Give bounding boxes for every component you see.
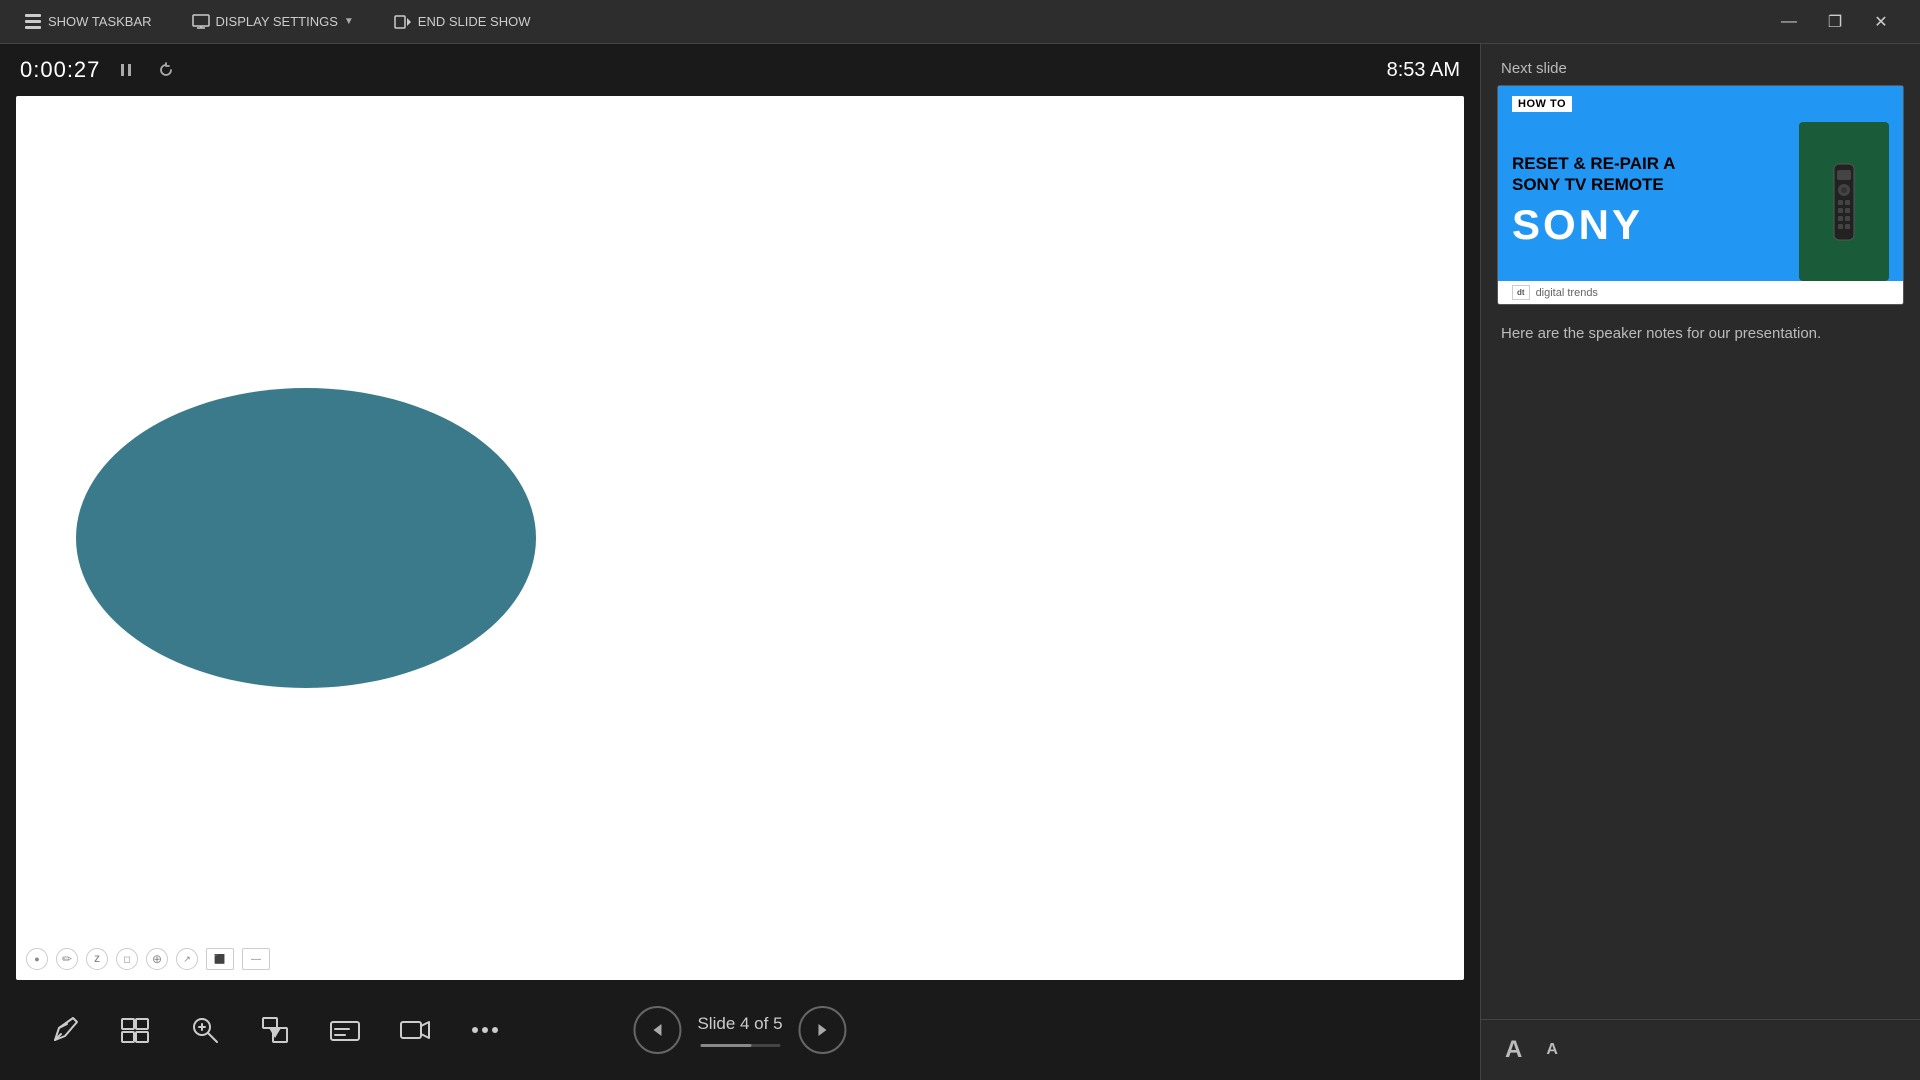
- laser-pointer-icon[interactable]: ●: [26, 948, 48, 970]
- magnify-icon[interactable]: ⊕: [146, 948, 168, 970]
- slide-tools-overlay: ● ✏ Z ◻ ⊕ ↗ ⬛ —: [26, 948, 270, 970]
- end-slideshow-button[interactable]: END SLIDE SHOW: [386, 9, 539, 35]
- pointer-tool-button[interactable]: [250, 1005, 300, 1055]
- pointer-icon[interactable]: ↗: [176, 948, 198, 970]
- pen-tool-icon[interactable]: ✏: [56, 948, 78, 970]
- remote-icon: [1818, 154, 1870, 250]
- taskbar-icon: [24, 13, 42, 31]
- camera-icon[interactable]: ⬛: [206, 948, 234, 970]
- end-slideshow-label: END SLIDE SHOW: [418, 14, 531, 29]
- slide-progress: [700, 1044, 780, 1047]
- how-to-label: HOW TO: [1512, 96, 1572, 112]
- display-settings-icon: [192, 13, 210, 31]
- slide-indicator: Slide 4 of 5: [697, 1014, 782, 1034]
- slide-display[interactable]: ● ✏ Z ◻ ⊕ ↗ ⬛ —: [16, 96, 1464, 980]
- sony-brand: SONY: [1512, 201, 1789, 249]
- timer-bar: 0:00:27 8:53 AM: [0, 44, 1480, 96]
- prev-slide-button[interactable]: [633, 1006, 681, 1054]
- increase-font-button[interactable]: A: [1501, 1032, 1526, 1068]
- highlighter-icon[interactable]: Z: [86, 948, 108, 970]
- logo-label: digital trends: [1536, 287, 1598, 299]
- digital-trends-logo: dt: [1512, 285, 1530, 300]
- video-button[interactable]: [390, 1005, 440, 1055]
- slide-ellipse: [76, 388, 536, 688]
- bottom-area: Slide 4 of 5: [0, 980, 1480, 1080]
- close-button[interactable]: ✕: [1858, 0, 1904, 44]
- all-slides-button[interactable]: [110, 1005, 160, 1055]
- current-time: 8:53 AM: [1387, 59, 1460, 82]
- reset-timer-button[interactable]: [152, 56, 180, 84]
- display-settings-chevron: ▼: [344, 16, 354, 27]
- font-size-controls: A A: [1481, 1019, 1920, 1080]
- pause-timer-button[interactable]: [112, 56, 140, 84]
- elapsed-timer: 0:00:27: [20, 57, 100, 83]
- sony-title-line1: RESET & RE-PAIR A: [1512, 154, 1789, 174]
- pen-tool-button[interactable]: [40, 1005, 90, 1055]
- subtitles-button[interactable]: [320, 1005, 370, 1055]
- main-content: 0:00:27 8:53 AM: [0, 44, 1920, 1080]
- sony-thumbnail: HOW TO RESET & RE-PAIR A SONY TV REMOTE …: [1498, 86, 1903, 304]
- decrease-font-button[interactable]: A: [1542, 1037, 1562, 1063]
- window-controls: — ❐ ✕: [1766, 0, 1904, 44]
- bottom-toolbar: [20, 990, 530, 1070]
- display-settings-button[interactable]: DISPLAY SETTINGS ▼: [184, 9, 362, 35]
- slide-content: [16, 96, 1464, 980]
- minimize-button[interactable]: —: [1766, 0, 1812, 44]
- zoom-button[interactable]: [180, 1005, 230, 1055]
- more-tools-button[interactable]: [460, 1005, 510, 1055]
- show-taskbar-label: SHOW TASKBAR: [48, 14, 152, 29]
- presenter-right: Next slide HOW TO RESET & RE-PAIR A SONY…: [1480, 44, 1920, 1080]
- end-slideshow-icon: [394, 13, 412, 31]
- sony-title-line2: SONY TV REMOTE: [1512, 175, 1789, 195]
- next-slide-button[interactable]: [799, 1006, 847, 1054]
- speaker-notes-text: Here are the speaker notes for our prese…: [1501, 325, 1821, 342]
- next-slide-preview[interactable]: HOW TO RESET & RE-PAIR A SONY TV REMOTE …: [1497, 85, 1904, 305]
- more-options-icon[interactable]: —: [242, 948, 270, 970]
- restore-button[interactable]: ❐: [1812, 0, 1858, 44]
- top-toolbar: SHOW TASKBAR DISPLAY SETTINGS ▼ END SLID…: [0, 0, 1920, 44]
- eraser-icon[interactable]: ◻: [116, 948, 138, 970]
- slide-progress-fill: [700, 1044, 751, 1047]
- show-taskbar-button[interactable]: SHOW TASKBAR: [16, 9, 160, 35]
- timer-left: 0:00:27: [20, 56, 180, 84]
- speaker-notes: Here are the speaker notes for our prese…: [1481, 305, 1920, 1019]
- display-settings-label: DISPLAY SETTINGS: [216, 14, 338, 29]
- next-slide-label: Next slide: [1481, 44, 1920, 85]
- presenter-left: 0:00:27 8:53 AM: [0, 44, 1480, 1080]
